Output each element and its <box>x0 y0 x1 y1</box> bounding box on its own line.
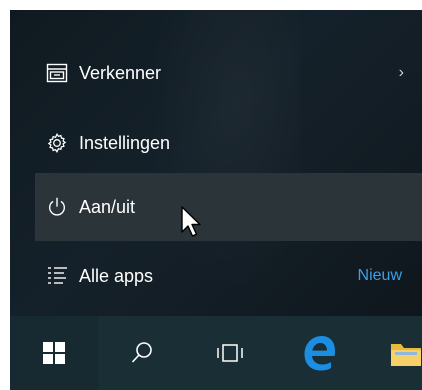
task-view-button[interactable] <box>186 316 274 390</box>
menu-item-all-apps[interactable]: Alle apps Nieuw <box>35 251 422 301</box>
file-explorer-icon <box>45 61 69 85</box>
chevron-right-icon: › <box>398 64 404 81</box>
menu-item-label: Alle apps <box>79 265 154 286</box>
taskbar <box>10 316 422 390</box>
menu-item-label: Verkenner <box>79 62 162 83</box>
search-icon <box>131 342 152 363</box>
menu-item-power[interactable]: Aan/uit <box>35 173 422 241</box>
menu-item-settings[interactable]: Instellingen <box>35 118 422 168</box>
list-icon <box>45 264 69 288</box>
folder-icon <box>391 344 421 366</box>
edge-browser-button[interactable] <box>274 316 362 390</box>
search-button[interactable] <box>98 316 186 390</box>
start-button[interactable] <box>10 316 98 390</box>
new-badge: Nieuw <box>357 267 402 284</box>
windows-logo-icon <box>43 342 65 364</box>
task-view-icon <box>217 344 243 362</box>
edge-browser-icon <box>304 336 335 371</box>
start-menu: Verkenner › Instellingen Aan/uit Alle ap… <box>10 10 422 316</box>
menu-item-label: Aan/uit <box>79 196 136 217</box>
power-icon <box>45 195 69 219</box>
mouse-cursor-icon <box>181 206 201 237</box>
file-explorer-button[interactable] <box>362 316 422 390</box>
menu-item-label: Instellingen <box>79 132 171 153</box>
gear-icon <box>45 131 69 155</box>
menu-item-explorer[interactable]: Verkenner › <box>35 48 422 98</box>
